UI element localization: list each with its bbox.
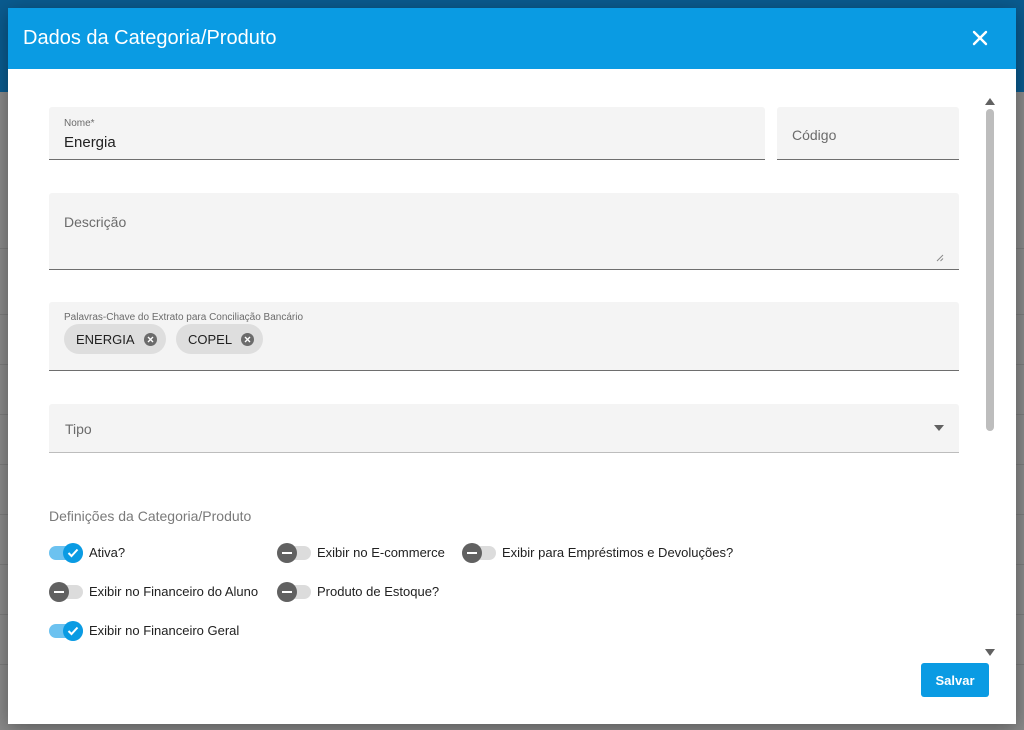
toggle-label: Produto de Estoque? xyxy=(317,584,440,599)
close-icon xyxy=(972,30,988,46)
tipo-select[interactable]: Tipo xyxy=(49,404,959,453)
minus-icon xyxy=(462,542,482,563)
minus-icon xyxy=(49,581,69,602)
save-button[interactable]: Salvar xyxy=(921,663,989,697)
category-product-dialog: Dados da Categoria/Produto Nome* Energia… xyxy=(8,8,1016,724)
descricao-field[interactable]: Descrição xyxy=(49,193,959,270)
toggle-switch[interactable] xyxy=(277,581,311,602)
nome-label: Nome* xyxy=(64,118,95,129)
definitions-title: Definições da Categoria/Produto xyxy=(49,508,252,524)
dialog-title: Dados da Categoria/Produto xyxy=(23,27,277,49)
scrollbar[interactable] xyxy=(983,93,997,663)
descricao-placeholder: Descrição xyxy=(64,214,127,230)
toggle-label: Exibir no Financeiro do Aluno xyxy=(89,584,259,599)
check-icon xyxy=(67,548,79,557)
resize-handle-icon[interactable] xyxy=(936,254,944,262)
chip-label: COPEL xyxy=(188,331,233,347)
toggle-switch[interactable] xyxy=(49,542,83,563)
toggle-exibir-emprestimos[interactable]: Exibir para Empréstimos e Devoluções? xyxy=(462,542,734,563)
toggle-switch[interactable] xyxy=(277,542,311,563)
close-button[interactable] xyxy=(966,24,994,52)
toggle-label: Ativa? xyxy=(89,545,126,560)
nome-field[interactable]: Nome* Energia xyxy=(49,107,765,160)
toggle-produto-estoque[interactable]: Produto de Estoque? xyxy=(277,581,440,602)
codigo-placeholder: Código xyxy=(792,127,837,143)
dialog-header: Dados da Categoria/Produto xyxy=(8,8,1016,69)
toggle-switch[interactable] xyxy=(462,542,496,563)
keywords-label: Palavras-Chave do Extrato para Conciliaç… xyxy=(64,312,304,323)
nome-value: Energia xyxy=(64,134,116,151)
chip-remove-icon[interactable] xyxy=(143,332,157,346)
toggle-label: Exibir no Financeiro Geral xyxy=(89,623,240,638)
keywords-field[interactable]: Palavras-Chave do Extrato para Conciliaç… xyxy=(49,302,959,371)
minus-icon xyxy=(277,581,297,602)
scroll-down-icon[interactable] xyxy=(985,649,995,656)
check-icon xyxy=(67,626,79,635)
toggle-exibir-financeiro-aluno[interactable]: Exibir no Financeiro do Aluno xyxy=(49,581,259,602)
keyword-chip[interactable]: ENERGIA xyxy=(64,324,166,354)
tipo-placeholder: Tipo xyxy=(65,421,92,437)
chip-remove-icon[interactable] xyxy=(241,332,255,346)
scroll-up-icon[interactable] xyxy=(985,98,995,105)
keyword-chip[interactable]: COPEL xyxy=(176,324,264,354)
dropdown-arrow-icon xyxy=(934,425,944,431)
toggle-ativa[interactable]: Ativa? xyxy=(49,542,126,563)
chip-label: ENERGIA xyxy=(76,331,135,347)
toggle-switch[interactable] xyxy=(49,620,83,641)
minus-icon xyxy=(277,542,297,563)
toggle-label: Exibir no E-commerce xyxy=(317,545,445,560)
codigo-field[interactable]: Código xyxy=(777,107,959,160)
toggle-label: Exibir para Empréstimos e Devoluções? xyxy=(502,545,734,560)
scrollbar-thumb[interactable] xyxy=(986,109,994,431)
dialog-content: Nome* Energia Código Descrição Palavras-… xyxy=(8,69,1016,724)
toggle-switch[interactable] xyxy=(49,581,83,602)
toggle-exibir-ecommerce[interactable]: Exibir no E-commerce xyxy=(277,542,445,563)
toggle-exibir-financeiro-geral[interactable]: Exibir no Financeiro Geral xyxy=(49,620,240,641)
